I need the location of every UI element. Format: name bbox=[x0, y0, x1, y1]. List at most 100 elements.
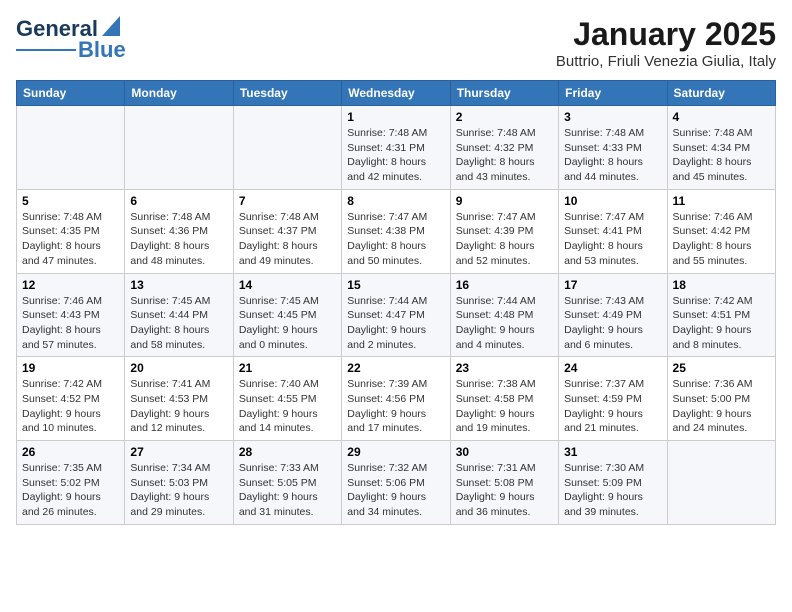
table-row: 19 Sunrise: 7:42 AM Sunset: 4:52 PM Dayli… bbox=[17, 357, 125, 441]
day-number: 9 bbox=[456, 194, 553, 208]
day-number: 23 bbox=[456, 361, 553, 375]
page-header: General Blue January 2025 Buttrio, Friul… bbox=[16, 16, 776, 70]
day-number: 17 bbox=[564, 278, 661, 292]
table-row: 9Sunrise: 7:47 AM Sunset: 4:39 PM Daylig… bbox=[450, 189, 558, 273]
table-row: 31 Sunrise: 7:30 AM Sunset: 5:09 PM Dayli… bbox=[559, 441, 667, 525]
day-detail: Sunrise: 7:40 AM Sunset: 4:55 PM Dayligh… bbox=[239, 377, 336, 436]
table-row bbox=[233, 106, 341, 190]
day-number: 26 bbox=[22, 445, 119, 459]
day-number: 22 bbox=[347, 361, 444, 375]
day-number: 25 bbox=[673, 361, 770, 375]
day-detail: Sunrise: 7:39 AM Sunset: 4:56 PM Dayligh… bbox=[347, 377, 444, 436]
day-number: 30 bbox=[456, 445, 553, 459]
day-detail: Sunrise: 7:48 AM Sunset: 4:37 PM Dayligh… bbox=[239, 210, 336, 269]
table-row: 2 Sunrise: 7:48 AM Sunset: 4:32 PM Daylig… bbox=[450, 106, 558, 190]
table-row: 6 Sunrise: 7:48 AM Sunset: 4:36 PM Daylig… bbox=[125, 189, 233, 273]
day-detail: Sunrise: 7:32 AM Sunset: 5:06 PM Dayligh… bbox=[347, 461, 444, 520]
table-row: 10 Sunrise: 7:47 AM Sunset: 4:41 PM Dayli… bbox=[559, 189, 667, 273]
table-row: 28Sunrise: 7:33 AM Sunset: 5:05 PM Dayli… bbox=[233, 441, 341, 525]
day-detail: Sunrise: 7:37 AM Sunset: 4:59 PM Dayligh… bbox=[564, 377, 661, 436]
day-number: 12 bbox=[22, 278, 119, 292]
calendar-week-row: 19 Sunrise: 7:42 AM Sunset: 4:52 PM Dayli… bbox=[17, 357, 776, 441]
calendar-week-row: 1 Sunrise: 7:48 AM Sunset: 4:31 PM Daylig… bbox=[17, 106, 776, 190]
table-row: 22 Sunrise: 7:39 AM Sunset: 4:56 PM Dayli… bbox=[342, 357, 450, 441]
table-row bbox=[17, 106, 125, 190]
table-row: 23 Sunrise: 7:38 AM Sunset: 4:58 PM Dayli… bbox=[450, 357, 558, 441]
day-number: 13 bbox=[130, 278, 227, 292]
day-number: 24 bbox=[564, 361, 661, 375]
table-row: 24 Sunrise: 7:37 AM Sunset: 4:59 PM Dayli… bbox=[559, 357, 667, 441]
day-number: 3 bbox=[564, 110, 661, 124]
calendar-subtitle: Buttrio, Friuli Venezia Giulia, Italy bbox=[556, 53, 776, 70]
day-detail: Sunrise: 7:48 AM Sunset: 4:35 PM Dayligh… bbox=[22, 210, 119, 269]
logo-triangle-icon bbox=[102, 16, 120, 36]
day-detail: Sunrise: 7:34 AM Sunset: 5:03 PM Dayligh… bbox=[130, 461, 227, 520]
day-detail: Sunrise: 7:48 AM Sunset: 4:36 PM Dayligh… bbox=[130, 210, 227, 269]
day-detail: Sunrise: 7:42 AM Sunset: 4:52 PM Dayligh… bbox=[22, 377, 119, 436]
day-number: 11 bbox=[673, 194, 770, 208]
table-row: 21 Sunrise: 7:40 AM Sunset: 4:55 PM Dayli… bbox=[233, 357, 341, 441]
day-number: 18 bbox=[673, 278, 770, 292]
day-detail: Sunrise: 7:31 AM Sunset: 5:08 PM Dayligh… bbox=[456, 461, 553, 520]
day-detail: Sunrise: 7:48 AM Sunset: 4:31 PM Dayligh… bbox=[347, 126, 444, 185]
day-detail: Sunrise: 7:47 AM Sunset: 4:41 PM Dayligh… bbox=[564, 210, 661, 269]
day-number: 15 bbox=[347, 278, 444, 292]
col-wednesday: Wednesday bbox=[342, 81, 450, 106]
table-row: 29 Sunrise: 7:32 AM Sunset: 5:06 PM Dayli… bbox=[342, 441, 450, 525]
table-row: 5 Sunrise: 7:48 AM Sunset: 4:35 PM Daylig… bbox=[17, 189, 125, 273]
table-row bbox=[125, 106, 233, 190]
day-number: 6 bbox=[130, 194, 227, 208]
table-row: 1 Sunrise: 7:48 AM Sunset: 4:31 PM Daylig… bbox=[342, 106, 450, 190]
table-row: 30 Sunrise: 7:31 AM Sunset: 5:08 PM Dayli… bbox=[450, 441, 558, 525]
calendar-table: Sunday Monday Tuesday Wednesday Thursday… bbox=[16, 80, 776, 525]
day-number: 29 bbox=[347, 445, 444, 459]
table-row: 27 Sunrise: 7:34 AM Sunset: 5:03 PM Dayli… bbox=[125, 441, 233, 525]
calendar-week-row: 12 Sunrise: 7:46 AM Sunset: 4:43 PM Dayli… bbox=[17, 273, 776, 357]
table-row: 26Sunrise: 7:35 AM Sunset: 5:02 PM Dayli… bbox=[17, 441, 125, 525]
day-number: 2 bbox=[456, 110, 553, 124]
day-detail: Sunrise: 7:30 AM Sunset: 5:09 PM Dayligh… bbox=[564, 461, 661, 520]
day-number: 10 bbox=[564, 194, 661, 208]
day-number: 19 bbox=[22, 361, 119, 375]
day-detail: Sunrise: 7:44 AM Sunset: 4:48 PM Dayligh… bbox=[456, 294, 553, 353]
col-monday: Monday bbox=[125, 81, 233, 106]
col-saturday: Saturday bbox=[667, 81, 775, 106]
table-row: 8 Sunrise: 7:47 AM Sunset: 4:38 PM Daylig… bbox=[342, 189, 450, 273]
day-number: 4 bbox=[673, 110, 770, 124]
day-number: 27 bbox=[130, 445, 227, 459]
table-row bbox=[667, 441, 775, 525]
day-number: 28 bbox=[239, 445, 336, 459]
table-row: 17 Sunrise: 7:43 AM Sunset: 4:49 PM Dayli… bbox=[559, 273, 667, 357]
table-row: 15 Sunrise: 7:44 AM Sunset: 4:47 PM Dayli… bbox=[342, 273, 450, 357]
day-detail: Sunrise: 7:47 AM Sunset: 4:38 PM Dayligh… bbox=[347, 210, 444, 269]
day-detail: Sunrise: 7:38 AM Sunset: 4:58 PM Dayligh… bbox=[456, 377, 553, 436]
day-detail: Sunrise: 7:43 AM Sunset: 4:49 PM Dayligh… bbox=[564, 294, 661, 353]
col-friday: Friday bbox=[559, 81, 667, 106]
day-detail: Sunrise: 7:46 AM Sunset: 4:42 PM Dayligh… bbox=[673, 210, 770, 269]
day-detail: Sunrise: 7:46 AM Sunset: 4:43 PM Dayligh… bbox=[22, 294, 119, 353]
day-detail: Sunrise: 7:42 AM Sunset: 4:51 PM Dayligh… bbox=[673, 294, 770, 353]
table-row: 11 Sunrise: 7:46 AM Sunset: 4:42 PM Dayli… bbox=[667, 189, 775, 273]
table-row: 25 Sunrise: 7:36 AM Sunset: 5:00 PM Dayli… bbox=[667, 357, 775, 441]
day-number: 8 bbox=[347, 194, 444, 208]
day-detail: Sunrise: 7:44 AM Sunset: 4:47 PM Dayligh… bbox=[347, 294, 444, 353]
table-row: 3 Sunrise: 7:48 AM Sunset: 4:33 PM Daylig… bbox=[559, 106, 667, 190]
table-row: 20Sunrise: 7:41 AM Sunset: 4:53 PM Dayli… bbox=[125, 357, 233, 441]
day-number: 5 bbox=[22, 194, 119, 208]
day-number: 21 bbox=[239, 361, 336, 375]
day-detail: Sunrise: 7:41 AM Sunset: 4:53 PM Dayligh… bbox=[130, 377, 227, 436]
day-number: 16 bbox=[456, 278, 553, 292]
day-detail: Sunrise: 7:45 AM Sunset: 4:45 PM Dayligh… bbox=[239, 294, 336, 353]
day-detail: Sunrise: 7:36 AM Sunset: 5:00 PM Dayligh… bbox=[673, 377, 770, 436]
day-detail: Sunrise: 7:48 AM Sunset: 4:32 PM Dayligh… bbox=[456, 126, 553, 185]
day-number: 31 bbox=[564, 445, 661, 459]
day-number: 1 bbox=[347, 110, 444, 124]
table-row: 14 Sunrise: 7:45 AM Sunset: 4:45 PM Dayli… bbox=[233, 273, 341, 357]
col-tuesday: Tuesday bbox=[233, 81, 341, 106]
table-row: 12 Sunrise: 7:46 AM Sunset: 4:43 PM Dayli… bbox=[17, 273, 125, 357]
calendar-title-block: January 2025 Buttrio, Friuli Venezia Giu… bbox=[556, 16, 776, 70]
col-thursday: Thursday bbox=[450, 81, 558, 106]
calendar-title: January 2025 bbox=[556, 16, 776, 53]
day-number: 14 bbox=[239, 278, 336, 292]
day-detail: Sunrise: 7:48 AM Sunset: 4:33 PM Dayligh… bbox=[564, 126, 661, 185]
